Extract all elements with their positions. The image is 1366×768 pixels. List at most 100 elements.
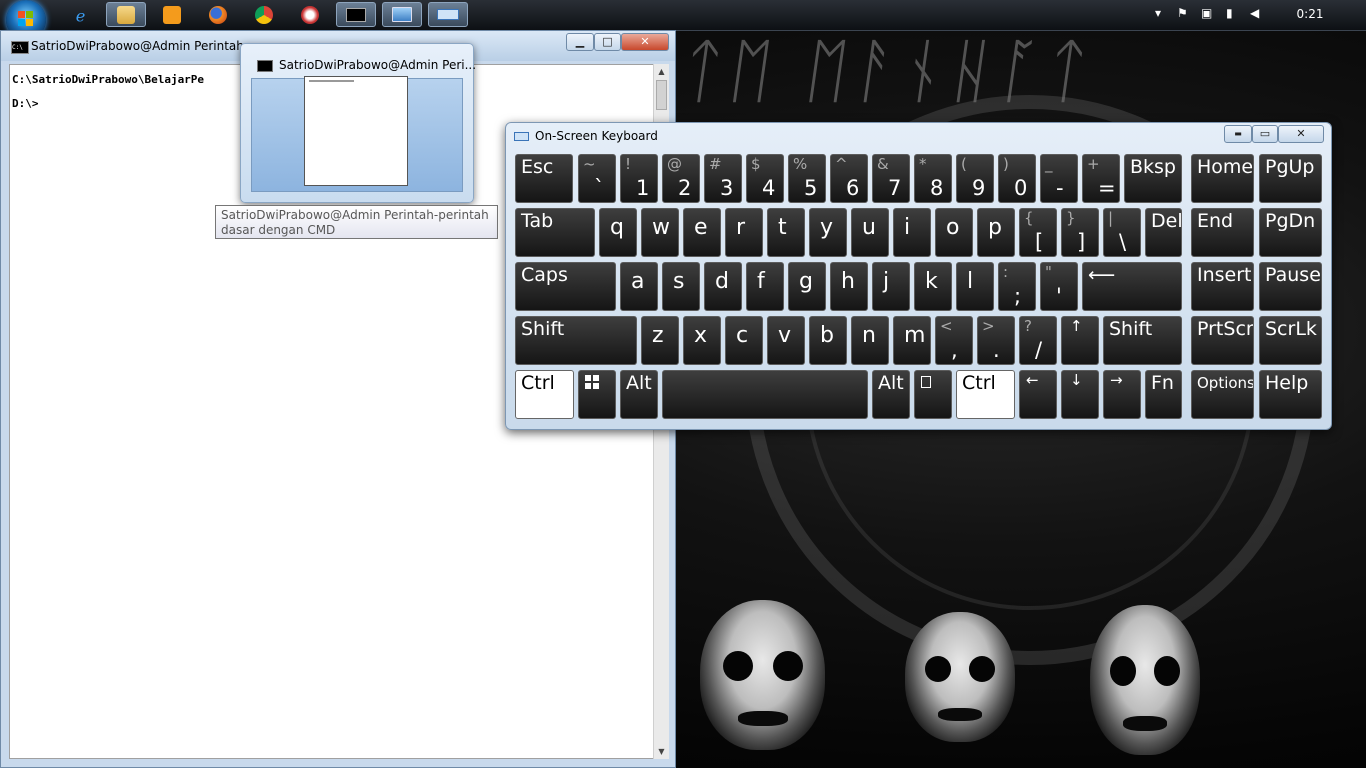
key-m[interactable]: m bbox=[893, 316, 931, 365]
key-y[interactable]: y bbox=[809, 208, 847, 257]
key-k[interactable]: k bbox=[914, 262, 952, 311]
key-enter[interactable]: ⟵ bbox=[1082, 262, 1182, 311]
key-o[interactable]: o bbox=[935, 208, 973, 257]
key-7[interactable]: & 7 bbox=[872, 154, 910, 203]
key-end[interactable]: End bbox=[1191, 208, 1254, 257]
scrollbar-thumb[interactable] bbox=[656, 80, 667, 110]
key-s[interactable]: s bbox=[662, 262, 700, 311]
key-right-bracket[interactable]: }] bbox=[1061, 208, 1099, 257]
key-4[interactable]: $4 bbox=[746, 154, 784, 203]
key-left-bracket[interactable]: {[ bbox=[1019, 208, 1057, 257]
key-6[interactable]: ^ 6 bbox=[830, 154, 868, 203]
key-u[interactable]: u bbox=[851, 208, 889, 257]
key-backslash[interactable]: | \ bbox=[1103, 208, 1141, 257]
key-up-arrow[interactable]: ↑ bbox=[1061, 316, 1099, 365]
cmd-minimize-button[interactable]: ▁ bbox=[566, 33, 594, 51]
key-quote[interactable]: " ' bbox=[1040, 262, 1078, 311]
key-semicolon[interactable]: :; bbox=[998, 262, 1036, 311]
taskbar-clock[interactable]: 0:21 bbox=[1290, 7, 1330, 21]
key-minus[interactable]: _ - bbox=[1040, 154, 1078, 203]
key-right-shift[interactable]: Shift bbox=[1103, 316, 1182, 365]
key-backspace[interactable]: Bksp bbox=[1124, 154, 1182, 203]
key-caps-lock[interactable]: Caps bbox=[515, 262, 616, 311]
key-2[interactable]: @2 bbox=[662, 154, 700, 203]
key-comma[interactable]: <, bbox=[935, 316, 973, 365]
scroll-up-arrow-icon[interactable]: ▲ bbox=[654, 64, 669, 79]
key-t[interactable]: t bbox=[767, 208, 805, 257]
key-print-screen[interactable]: PrtScn bbox=[1191, 316, 1254, 365]
cmd-close-button[interactable]: ✕ bbox=[621, 33, 669, 51]
key-left-ctrl[interactable]: Ctrl bbox=[515, 370, 574, 419]
power-icon[interactable]: ▮ bbox=[1226, 6, 1233, 20]
key-pause[interactable]: Pause bbox=[1259, 262, 1322, 311]
key-scroll-lock[interactable]: ScrLk bbox=[1259, 316, 1322, 365]
volume-icon[interactable]: ◀ bbox=[1250, 6, 1259, 20]
key-windows[interactable] bbox=[578, 370, 616, 419]
key-esc[interactable]: Esc bbox=[515, 154, 573, 203]
key-5[interactable]: % 5 bbox=[788, 154, 826, 203]
key-fn[interactable]: Fn bbox=[1145, 370, 1182, 419]
key-v[interactable]: v bbox=[767, 316, 805, 365]
key-b[interactable]: b bbox=[809, 316, 847, 365]
taskbar-media-player[interactable] bbox=[152, 2, 192, 27]
taskbar-on-screen-keyboard[interactable] bbox=[428, 2, 468, 27]
scroll-down-arrow-icon[interactable]: ▼ bbox=[654, 744, 669, 759]
taskbar-firefox[interactable] bbox=[198, 2, 238, 27]
key-0[interactable]: ) 0 bbox=[998, 154, 1036, 203]
taskbar-file-explorer[interactable] bbox=[106, 2, 146, 27]
key-l[interactable]: l bbox=[956, 262, 994, 311]
key-z[interactable]: z bbox=[641, 316, 679, 365]
taskbar-app[interactable] bbox=[290, 2, 330, 27]
key-tab[interactable]: Tab bbox=[515, 208, 595, 257]
key-j[interactable]: j bbox=[872, 262, 910, 311]
key-tilde[interactable]: ~ ` bbox=[578, 154, 616, 203]
network-icon[interactable]: ▣ bbox=[1201, 6, 1212, 20]
action-center-icon[interactable]: ⚑ bbox=[1177, 6, 1188, 20]
key-right-arrow[interactable]: → bbox=[1103, 370, 1141, 419]
key-options[interactable]: Options bbox=[1191, 370, 1254, 419]
key-x[interactable]: x bbox=[683, 316, 721, 365]
osk-close-button[interactable]: ✕ bbox=[1278, 125, 1324, 143]
key-left-arrow[interactable]: ← bbox=[1019, 370, 1057, 419]
key-a[interactable]: a bbox=[620, 262, 658, 311]
key-right-ctrl[interactable]: Ctrl bbox=[956, 370, 1015, 419]
key-menu[interactable] bbox=[914, 370, 952, 419]
key-c[interactable]: c bbox=[725, 316, 763, 365]
key-left-shift[interactable]: Shift bbox=[515, 316, 637, 365]
key-e[interactable]: e bbox=[683, 208, 721, 257]
key-insert[interactable]: Insert bbox=[1191, 262, 1254, 311]
key-p[interactable]: p bbox=[977, 208, 1015, 257]
key-right-alt[interactable]: Alt bbox=[872, 370, 910, 419]
key-down-arrow[interactable]: ↓ bbox=[1061, 370, 1099, 419]
key-left-alt[interactable]: Alt bbox=[620, 370, 658, 419]
key-period[interactable]: >. bbox=[977, 316, 1015, 365]
osk-minimize-button[interactable]: ▬ bbox=[1224, 125, 1252, 143]
key-8[interactable]: * 8 bbox=[914, 154, 952, 203]
key-page-up[interactable]: PgUp bbox=[1259, 154, 1322, 203]
key-1[interactable]: ! 1 bbox=[620, 154, 658, 203]
key-9[interactable]: (9 bbox=[956, 154, 994, 203]
key-equals[interactable]: + = bbox=[1082, 154, 1120, 203]
key-w[interactable]: w bbox=[641, 208, 679, 257]
key-n[interactable]: n bbox=[851, 316, 889, 365]
key-delete[interactable]: Del bbox=[1145, 208, 1182, 257]
key-slash[interactable]: ? / bbox=[1019, 316, 1057, 365]
key-h[interactable]: h bbox=[830, 262, 868, 311]
key-r[interactable]: r bbox=[725, 208, 763, 257]
cmd-maximize-button[interactable]: □ bbox=[594, 33, 621, 51]
taskbar-cmd[interactable] bbox=[336, 2, 376, 27]
key-page-down[interactable]: PgDn bbox=[1259, 208, 1322, 257]
taskbar-internet-explorer[interactable]: e bbox=[62, 2, 102, 27]
taskbar-remote-desktop[interactable] bbox=[382, 2, 422, 27]
key-space[interactable] bbox=[662, 370, 868, 419]
key-q[interactable]: q bbox=[599, 208, 637, 257]
key-f[interactable]: f bbox=[746, 262, 784, 311]
key-g[interactable]: g bbox=[788, 262, 826, 311]
taskbar-chrome[interactable] bbox=[244, 2, 284, 27]
osk-titlebar[interactable]: On-Screen Keyboard ▬ ▭ ✕ bbox=[506, 123, 1331, 149]
key-home[interactable]: Home bbox=[1191, 154, 1254, 203]
key-d[interactable]: d bbox=[704, 262, 742, 311]
osk-maximize-button[interactable]: ▭ bbox=[1252, 125, 1278, 143]
key-i[interactable]: i bbox=[893, 208, 931, 257]
show-hidden-icons-arrow[interactable]: ▾ bbox=[1155, 6, 1161, 20]
